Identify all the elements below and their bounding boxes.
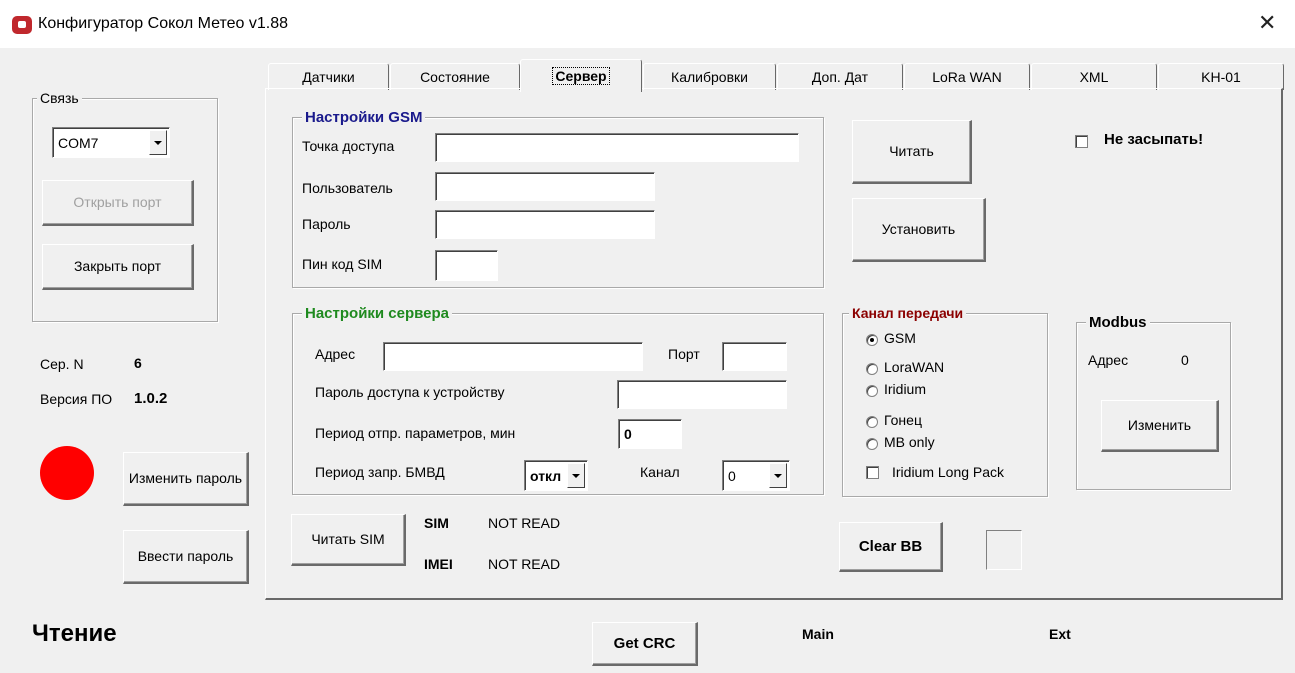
mode-status: Чтение (32, 620, 117, 647)
close-port-button[interactable]: Закрыть порт (42, 244, 194, 290)
channel-label: Канал (640, 464, 680, 480)
radio-gsm[interactable] (866, 334, 878, 346)
crc-main-label: Main (802, 626, 834, 642)
password-label: Пароль (302, 216, 351, 232)
firmware-label: Версия ПО (40, 391, 113, 407)
serial-value: 6 (134, 355, 142, 371)
imei-value: NOT READ (488, 556, 561, 572)
set-button[interactable]: Установить (852, 198, 986, 262)
radio-gonets[interactable] (866, 416, 878, 428)
sim-label: SIM (424, 515, 449, 531)
radio-lorawan-label: LoraWAN (884, 359, 945, 375)
server-port-label: Порт (668, 346, 700, 362)
port-select[interactable]: COM7 (52, 127, 170, 158)
pin-input[interactable] (435, 250, 498, 281)
read-button[interactable]: Читать (852, 120, 972, 184)
tab-xml[interactable]: XML (1031, 63, 1157, 90)
no-sleep-checkbox[interactable] (1075, 135, 1088, 148)
status-box (986, 530, 1022, 570)
imei-label: IMEI (424, 556, 453, 572)
sim-value: NOT READ (488, 515, 561, 531)
tab-kh01[interactable]: KH-01 (1158, 63, 1284, 90)
chevron-down-icon[interactable] (149, 130, 167, 155)
user-input[interactable] (435, 172, 655, 201)
channel-value: 0 (728, 467, 736, 484)
port-select-value: COM7 (58, 134, 99, 151)
radio-mb-only-label: MB only (884, 434, 935, 450)
tab-calibrations[interactable]: Калибровки (643, 63, 776, 90)
crc-ext-label: Ext (1049, 626, 1071, 642)
modbus-title: Modbus (1086, 314, 1150, 331)
open-port-button[interactable]: Открыть порт (42, 180, 194, 226)
radio-gsm-label: GSM (884, 330, 916, 346)
password-input[interactable] (435, 210, 655, 239)
chevron-down-icon[interactable] (769, 463, 787, 488)
modbus-change-button[interactable]: Изменить (1101, 400, 1219, 452)
bmvd-period-select[interactable]: откл (524, 460, 588, 491)
get-crc-button[interactable]: Get CRC (592, 622, 698, 666)
address-label: Адрес (315, 346, 356, 362)
tab-lorawan[interactable]: LoRa WAN (904, 63, 1030, 90)
clear-bb-button[interactable]: Clear BB (839, 522, 943, 572)
radio-lorawan[interactable] (866, 363, 878, 375)
tab-status[interactable]: Состояние (390, 63, 520, 90)
user-label: Пользователь (302, 180, 393, 196)
tab-server[interactable]: Сервер (520, 59, 642, 92)
transmission-channel-title: Канал передачи (849, 305, 967, 321)
serial-label: Сер. N (40, 356, 84, 372)
iridium-long-pack-label: Iridium Long Pack (892, 464, 1005, 480)
enter-password-button[interactable]: Ввести пароль (123, 530, 249, 584)
radio-iridium[interactable] (866, 385, 878, 397)
firmware-value: 1.0.2 (134, 390, 168, 407)
no-sleep-label: Не засыпать! (1104, 131, 1204, 148)
send-period-label: Период отпр. параметров, мин (315, 425, 516, 441)
radio-mb-only[interactable] (866, 438, 878, 450)
server-port-input[interactable] (722, 342, 787, 371)
gsm-settings-title: Настройки GSM (302, 109, 426, 126)
bmvd-period-value: откл (530, 467, 562, 484)
modbus-address-label: Адрес (1088, 352, 1129, 368)
address-input[interactable] (383, 342, 643, 371)
iridium-long-pack-checkbox[interactable] (866, 466, 879, 479)
close-icon[interactable]: ✕ (1258, 10, 1276, 36)
change-password-button[interactable]: Изменить пароль (123, 452, 249, 506)
pin-label: Пин код SIM (302, 256, 383, 272)
apn-label: Точка доступа (302, 138, 395, 154)
device-password-input[interactable] (617, 380, 787, 409)
radio-gonets-label: Гонец (884, 412, 922, 428)
chevron-down-icon[interactable] (567, 463, 585, 488)
window-title: Конфигуратор Сокол Метео v1.88 (38, 15, 289, 32)
app-icon (12, 16, 32, 34)
read-sim-button[interactable]: Читать SIM (291, 514, 406, 566)
apn-input[interactable] (435, 133, 799, 162)
tab-sensors[interactable]: Датчики (268, 63, 389, 90)
server-settings-title: Настройки сервера (302, 305, 453, 322)
connection-group-title: Связь (37, 90, 82, 106)
status-indicator (40, 446, 94, 500)
modbus-address-value: 0 (1181, 352, 1189, 368)
device-password-label: Пароль доступа к устройству (315, 384, 505, 400)
tab-extra-sensors[interactable]: Доп. Дат (777, 63, 903, 90)
channel-select[interactable]: 0 (722, 460, 790, 491)
send-period-input[interactable]: 0 (618, 419, 682, 449)
bmvd-period-label: Период запр. БМВД (315, 464, 445, 480)
radio-iridium-label: Iridium (884, 381, 927, 397)
